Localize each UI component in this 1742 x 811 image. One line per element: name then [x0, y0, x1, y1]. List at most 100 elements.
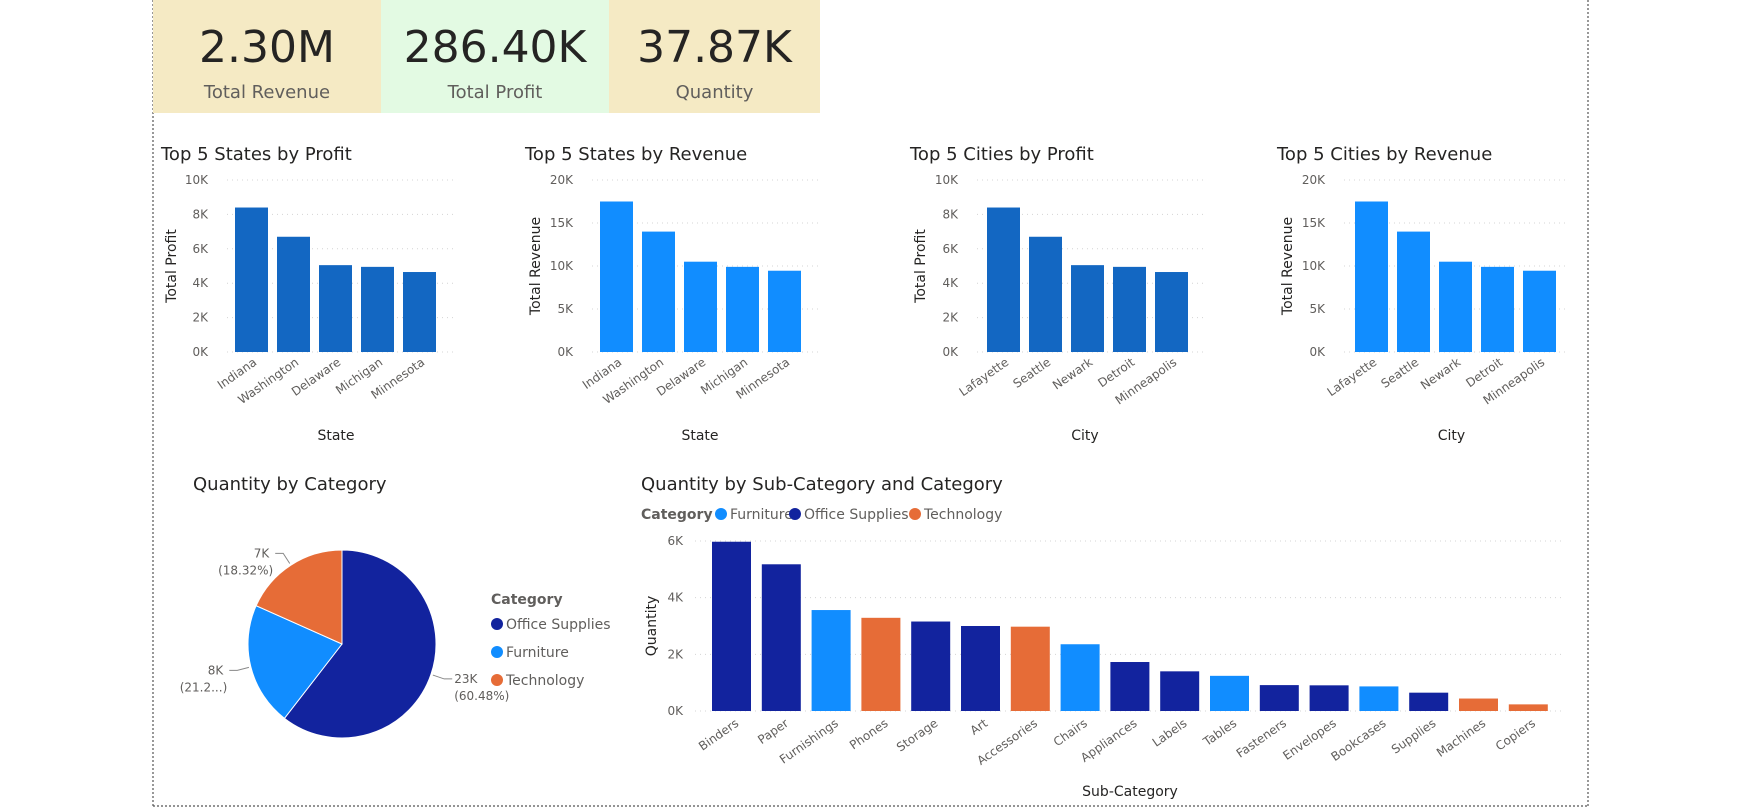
cities-profit-y-tick-label: 2K	[942, 311, 959, 325]
cities-revenue-x-tick-label: Newark	[1418, 355, 1463, 393]
subcat-bar[interactable]	[1409, 692, 1449, 711]
cities-revenue-bar[interactable]	[1439, 261, 1472, 352]
subcat-bar[interactable]	[1309, 685, 1349, 711]
kpi-card-quantity[interactable]: 37.87K Quantity	[609, 0, 820, 113]
pie-legend-label[interactable]: Furniture	[506, 645, 569, 661]
cities-revenue-x-tick-label: Lafayette	[1325, 355, 1380, 399]
subcat-bar[interactable]	[1110, 662, 1150, 711]
cities-profit-y-tick-label: 0K	[942, 345, 959, 359]
states-revenue-bar[interactable]	[642, 231, 675, 352]
subcat-y-tick-label: 0K	[667, 704, 684, 718]
pie-legend-marker	[491, 674, 503, 686]
states-revenue-x-axis-title: State	[681, 428, 718, 444]
cities-revenue-bar[interactable]	[1481, 266, 1514, 352]
subcat-legend-marker	[715, 508, 727, 520]
cities-profit-x-tick-label: Seattle	[1010, 355, 1053, 391]
pie-legend-label[interactable]: Technology	[505, 673, 584, 689]
subcat-legend-label[interactable]: Office Supplies	[804, 507, 909, 523]
subcat-bar[interactable]	[911, 621, 951, 711]
cities-revenue-title: Top 5 Cities by Revenue	[1276, 144, 1492, 165]
states-revenue-y-tick-label: 10K	[550, 259, 574, 273]
subcat-bar[interactable]	[1359, 686, 1399, 711]
cities-revenue-y-tick-label: 0K	[1309, 345, 1326, 359]
cities-profit-bar[interactable]	[1113, 266, 1146, 352]
subcat-bar[interactable]	[1210, 675, 1249, 711]
states-profit-bar[interactable]	[319, 265, 352, 352]
pie-data-percent: (18.32%)	[218, 563, 273, 577]
pie-legend-marker	[491, 646, 503, 658]
pie-leader-line	[229, 666, 250, 671]
subcat-y-tick-label: 2K	[667, 647, 684, 661]
subcat-title: Quantity by Sub-Category and Category	[641, 474, 1003, 495]
kpi-value: 286.40K	[403, 22, 587, 73]
subcat-bar[interactable]	[811, 610, 851, 711]
subcat-x-tick-label: Copiers	[1493, 716, 1538, 753]
kpi-value: 2.30M	[199, 22, 335, 73]
cities-revenue-bar[interactable]	[1523, 270, 1556, 352]
subcat-bar[interactable]	[1160, 671, 1200, 711]
cities-profit-bar[interactable]	[1071, 265, 1104, 352]
subcat-legend-marker	[909, 508, 921, 520]
kpi-label: Total Profit	[447, 82, 543, 103]
cities-revenue-bar[interactable]	[1397, 231, 1430, 352]
cities-revenue-y-tick-label: 20K	[1302, 173, 1326, 187]
subcat-bar[interactable]	[1508, 704, 1548, 711]
subcat-x-tick-label: Binders	[696, 716, 741, 753]
states-revenue-y-tick-label: 5K	[557, 302, 574, 316]
cities-profit-y-tick-label: 4K	[942, 276, 959, 290]
subcat-bar[interactable]	[861, 617, 901, 711]
subcat-x-tick-label: Phones	[847, 716, 891, 752]
subcat-bar[interactable]	[761, 564, 801, 711]
states-revenue-y-tick-label: 15K	[550, 216, 574, 230]
pie-legend-label[interactable]: Office Supplies	[506, 617, 611, 633]
cities-revenue-x-tick-label: Seattle	[1378, 355, 1421, 391]
subcat-x-axis-title: Sub-Category	[1082, 784, 1178, 800]
subcat-x-tick-label: Machines	[1434, 716, 1488, 760]
subcat-x-tick-label: Art	[968, 716, 991, 738]
cities-profit-x-axis-title: City	[1071, 428, 1098, 444]
kpi-card-total-revenue[interactable]: 2.30M Total Revenue	[153, 0, 381, 113]
kpi-card-total-profit[interactable]: 286.40K Total Profit	[381, 0, 609, 113]
dashboard-canvas: Top 5 States by Profit0K2K4K6K8K10KIndia…	[152, 0, 1589, 807]
subcat-y-tick-label: 4K	[667, 591, 684, 605]
states-profit-y-axis-title: Total Profit	[164, 229, 180, 304]
subcat-y-axis-title: Quantity	[644, 596, 660, 657]
subcat-bar[interactable]	[1060, 644, 1100, 711]
subcat-bar[interactable]	[1259, 685, 1299, 711]
subcat-legend-label[interactable]: Furniture	[730, 507, 793, 523]
cities-profit-y-tick-label: 8K	[942, 207, 959, 221]
states-profit-title: Top 5 States by Profit	[160, 144, 352, 165]
subcat-legend-title: Category	[641, 507, 713, 523]
states-profit-y-tick-label: 6K	[192, 242, 209, 256]
subcat-x-tick-label: Paper	[755, 716, 791, 747]
pie-data-label: 8K	[208, 663, 225, 677]
cities-revenue-bar[interactable]	[1355, 201, 1388, 353]
cities-profit-bar[interactable]	[1029, 236, 1062, 352]
states-profit-bar[interactable]	[403, 272, 436, 352]
states-revenue-bar[interactable]	[726, 266, 759, 352]
pie-title: Quantity by Category	[193, 474, 387, 495]
subcat-bar[interactable]	[712, 541, 751, 711]
subcat-x-tick-label: Storage	[894, 716, 940, 754]
states-revenue-title: Top 5 States by Revenue	[524, 144, 747, 165]
kpi-label: Quantity	[675, 82, 754, 103]
states-revenue-bar[interactable]	[600, 201, 633, 353]
states-profit-bar[interactable]	[235, 207, 268, 352]
subcat-legend-label[interactable]: Technology	[923, 507, 1002, 523]
states-revenue-bar[interactable]	[684, 261, 717, 352]
subcat-x-tick-label: Bookcases	[1328, 716, 1388, 764]
subcat-bar[interactable]	[961, 626, 1000, 711]
cities-profit-bar[interactable]	[1155, 272, 1188, 352]
states-profit-bar[interactable]	[361, 266, 394, 352]
pie-leader-line	[275, 552, 291, 564]
subcat-x-tick-label: Chairs	[1051, 716, 1090, 749]
cities-profit-y-tick-label: 6K	[942, 242, 959, 256]
subcat-x-tick-label: Fasteners	[1234, 716, 1289, 761]
states-revenue-bar[interactable]	[768, 270, 801, 352]
states-profit-x-axis-title: State	[317, 428, 354, 444]
cities-profit-bar[interactable]	[987, 207, 1020, 352]
states-profit-bar[interactable]	[277, 236, 310, 352]
kpi-label: Total Revenue	[203, 82, 331, 103]
subcat-bar[interactable]	[1459, 698, 1498, 711]
subcat-bar[interactable]	[1010, 626, 1050, 711]
